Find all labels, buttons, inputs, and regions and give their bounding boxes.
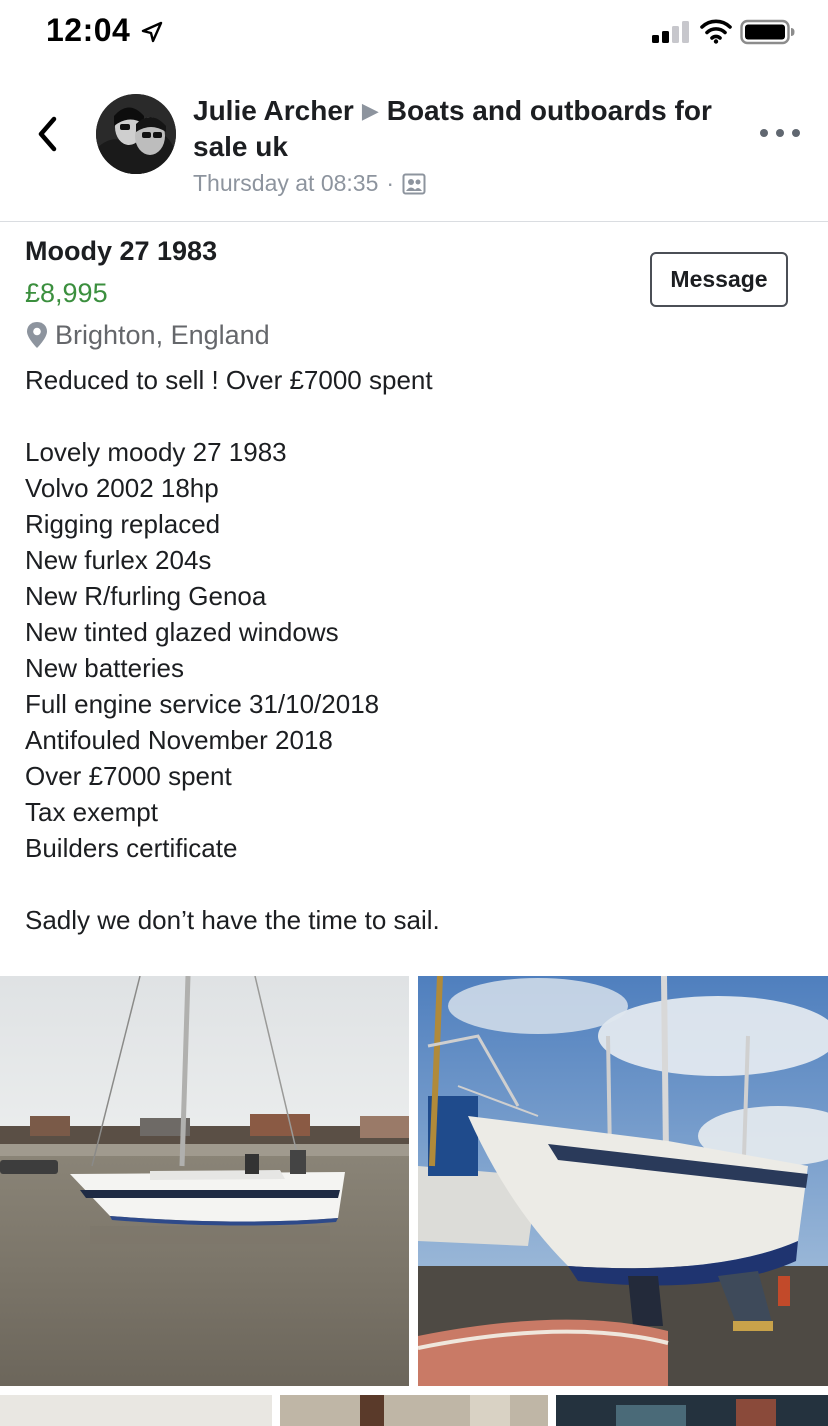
status-time: 12:04 bbox=[46, 12, 131, 48]
post-timestamp[interactable]: Thursday at 08:35 bbox=[193, 170, 378, 197]
post-header: Julie Archer ▶ Boats and outboards for sal… bbox=[0, 64, 828, 222]
more-options-button[interactable] bbox=[760, 120, 800, 146]
listing-photo-1[interactable] bbox=[0, 976, 409, 1386]
description-line: Full engine service 31/10/2018 bbox=[25, 689, 380, 719]
description-line: Over £7000 spent bbox=[25, 761, 232, 791]
author-avatar[interactable] bbox=[96, 94, 176, 174]
more-horizontal-icon bbox=[760, 129, 768, 137]
listing-photo-5-image bbox=[556, 1395, 828, 1426]
back-button[interactable] bbox=[28, 112, 68, 156]
message-button[interactable]: Message bbox=[650, 252, 788, 307]
listing-photo-4[interactable] bbox=[280, 1395, 548, 1426]
avatar-photo bbox=[96, 94, 176, 174]
listing-photo-4-image bbox=[280, 1395, 548, 1426]
boat-on-water-photo bbox=[0, 976, 409, 1386]
description-line: Rigging replaced bbox=[25, 509, 221, 539]
listing-photo-5[interactable] bbox=[556, 1395, 828, 1426]
description-line: New R/furling Genoa bbox=[25, 581, 267, 611]
header-text: Julie Archer ▶ Boats and outboards for sal… bbox=[193, 94, 743, 197]
boat-on-stand-photo bbox=[418, 976, 828, 1386]
listing-photo-2[interactable] bbox=[418, 976, 828, 1386]
listing-description: Reduced to sell ! Over £7000 spent Lovel… bbox=[25, 362, 805, 938]
description-line: Antifouled November 2018 bbox=[25, 725, 333, 755]
listing-location[interactable]: Brighton, England bbox=[25, 316, 805, 354]
description-line bbox=[25, 398, 805, 434]
more-dot bbox=[776, 129, 784, 137]
meta-separator: · bbox=[386, 170, 395, 196]
description-line: Lovely moody 27 1983 bbox=[25, 437, 287, 467]
description-line: Volvo 2002 18hp bbox=[25, 473, 219, 503]
post-title-line: Julie Archer ▶ Boats and outboards for sal… bbox=[193, 94, 743, 164]
author-name[interactable]: Julie Archer bbox=[193, 95, 354, 126]
more-dot bbox=[792, 129, 800, 137]
description-line bbox=[25, 866, 805, 902]
location-label: Brighton, England bbox=[55, 320, 270, 350]
triangle-right-icon: ▶ bbox=[361, 98, 379, 123]
wifi-icon bbox=[700, 19, 732, 44]
battery-icon bbox=[740, 19, 795, 45]
description-line: New tinted glazed windows bbox=[25, 617, 339, 647]
description-line: Sadly we don’t have the time to sail. bbox=[25, 905, 440, 935]
description-line: New furlex 204s bbox=[25, 545, 212, 575]
description-line: Tax exempt bbox=[25, 797, 158, 827]
description-line: Builders certificate bbox=[25, 833, 238, 863]
map-pin-icon bbox=[27, 322, 47, 348]
group-audience-icon bbox=[402, 173, 426, 194]
cellular-signal-icon bbox=[652, 21, 689, 43]
status-bar: 12:04 bbox=[0, 0, 828, 64]
description-line: New batteries bbox=[25, 653, 184, 683]
listing-photo-3[interactable] bbox=[0, 1395, 272, 1426]
location-arrow-icon bbox=[141, 21, 163, 43]
description-line: Reduced to sell ! Over £7000 spent bbox=[25, 365, 433, 395]
chevron-left-icon bbox=[38, 116, 57, 152]
post-meta: Thursday at 08:35 · bbox=[193, 170, 743, 197]
